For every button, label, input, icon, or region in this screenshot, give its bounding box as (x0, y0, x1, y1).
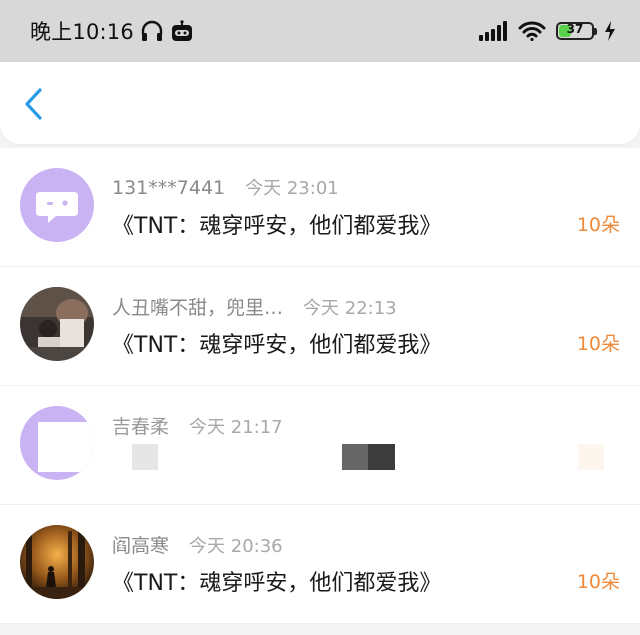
record-meta: 131***7441 今天 23:01 (112, 174, 339, 200)
headphones-icon (140, 20, 164, 42)
status-time: 晚上10:16 (30, 20, 134, 44)
avatar (20, 406, 94, 480)
record-user: 吉春柔 (112, 416, 170, 438)
record-user: 人丑嘴不甜，兜里… (112, 297, 284, 319)
header (0, 62, 640, 144)
list-item[interactable]: 阎高寒 今天 20:36 《TNT：魂穿呼安，他们都爱我》 10朵 (0, 505, 640, 624)
back-button[interactable] (20, 87, 50, 121)
loading-block (132, 444, 158, 470)
record-title: 《TNT：魂穿呼安，他们都爱我》 (112, 214, 442, 239)
loading-block (368, 444, 395, 470)
list-item[interactable]: 吉春柔 今天 21:17 (0, 386, 640, 505)
record-time: 今天 21:17 (189, 417, 283, 438)
list-item[interactable]: 131***7441 今天 23:01 《TNT：魂穿呼安，他们都爱我》 10朵 (0, 148, 640, 267)
wifi-icon (518, 21, 546, 41)
loading-block (342, 444, 368, 470)
loading-block (578, 444, 604, 470)
battery-level: 37 (566, 22, 584, 36)
list-item[interactable]: 人丑嘴不甜，兜里… 今天 22:13 《TNT：魂穿呼安，他们都爱我》 10朵 (0, 267, 640, 386)
status-left: 晚上10:16 (30, 0, 194, 62)
record-meta: 阎高寒 今天 20:36 (112, 531, 283, 558)
robot-icon (170, 20, 194, 42)
record-meta: 人丑嘴不甜，兜里… 今天 22:13 (112, 293, 397, 320)
status-bar: 晚上10:16 37 (0, 0, 640, 62)
record-amount: 10朵 (576, 571, 620, 593)
avatar (20, 525, 94, 599)
record-time: 今天 20:36 (189, 536, 283, 557)
record-user: 131***7441 (112, 177, 226, 199)
chevron-left-icon (20, 87, 50, 121)
charging-icon (604, 21, 616, 41)
record-title: 《TNT：魂穿呼安，他们都爱我》 (112, 333, 442, 358)
battery-icon: 37 (556, 22, 597, 40)
signal-icon (478, 21, 508, 41)
avatar (20, 287, 94, 361)
record-meta: 吉春柔 今天 21:17 (112, 412, 283, 439)
record-time: 今天 22:13 (303, 298, 397, 319)
avatar (20, 168, 94, 242)
gift-record-list: 131***7441 今天 23:01 《TNT：魂穿呼安，他们都爱我》 10朵… (0, 148, 640, 624)
record-amount: 10朵 (576, 333, 620, 355)
record-title: 《TNT：魂穿呼安，他们都爱我》 (112, 571, 442, 596)
record-amount: 10朵 (576, 214, 620, 236)
record-time: 今天 23:01 (245, 178, 339, 199)
record-user: 阎高寒 (112, 535, 170, 557)
status-right: 37 (478, 0, 616, 62)
